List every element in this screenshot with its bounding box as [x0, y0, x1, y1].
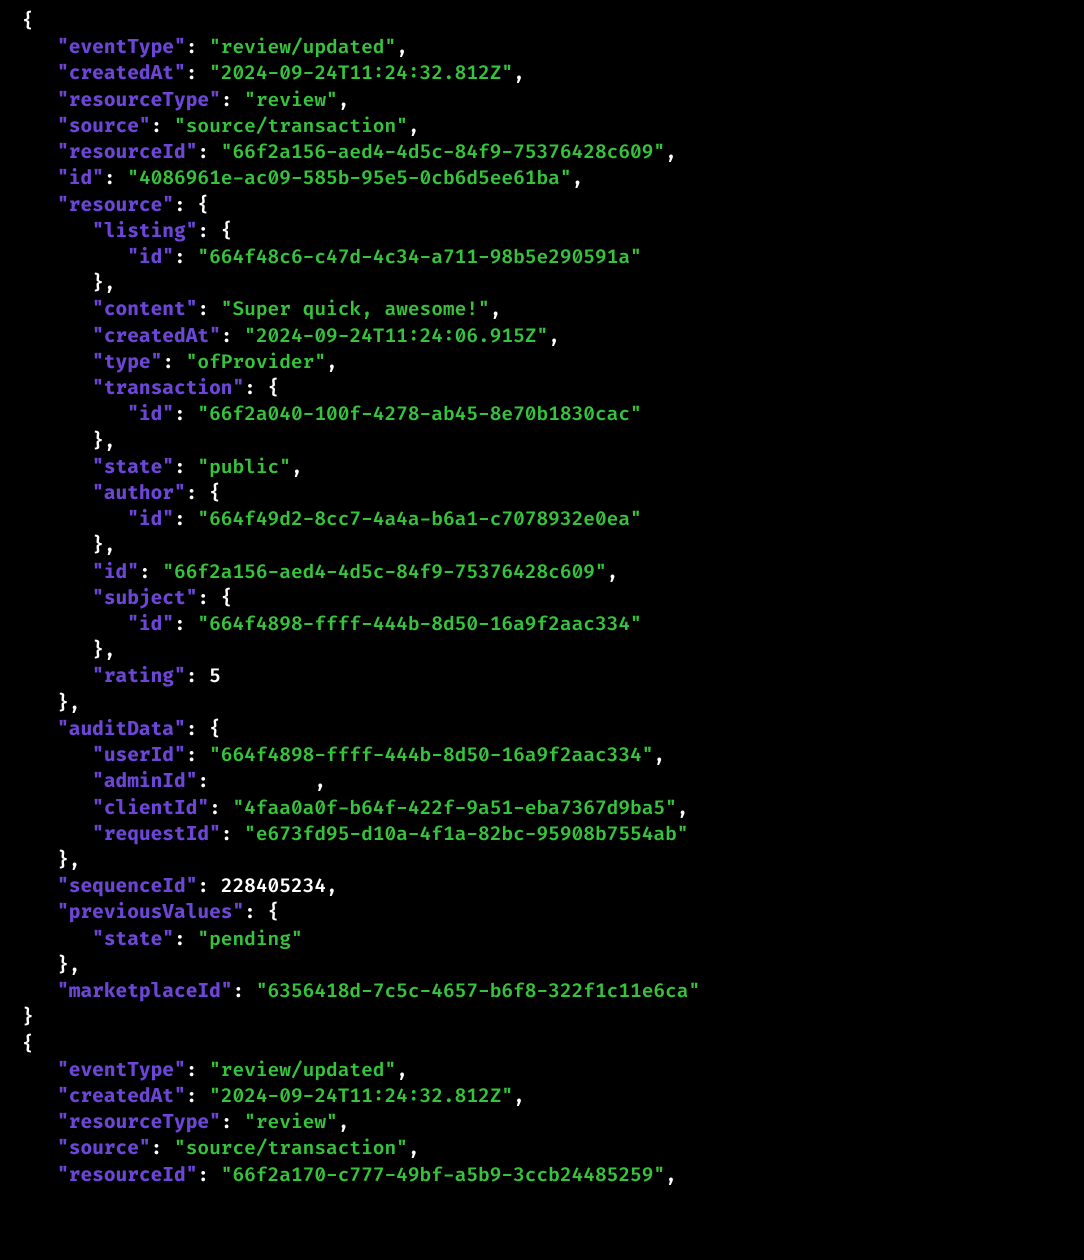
json-viewer: { "eventType": "review/updated", "create…	[0, 0, 1084, 1196]
